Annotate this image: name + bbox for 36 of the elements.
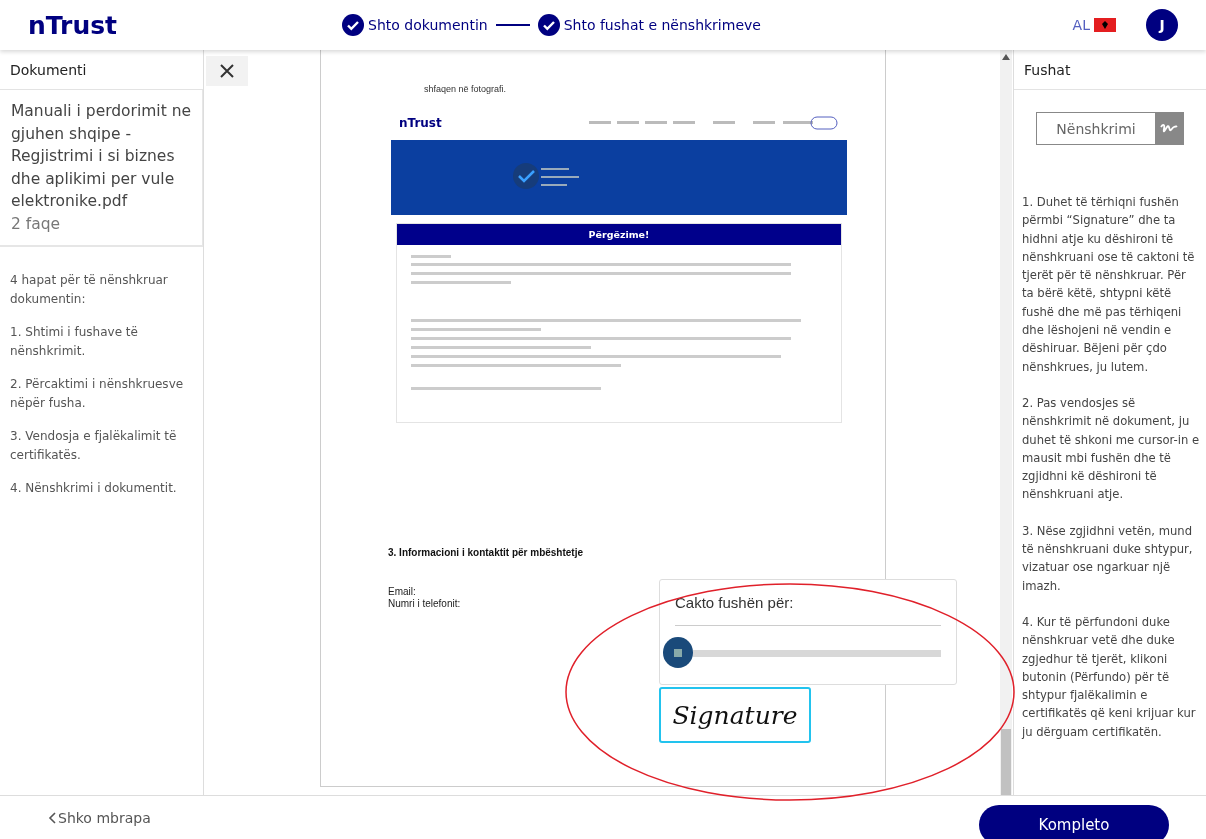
step-text: 2. Përcaktimi i nënshkruesve nëpër fusha.: [10, 375, 185, 412]
step-text: 3. Vendosja e fjalëkalimit të certifikatës.: [10, 427, 178, 464]
step-text: 4. Nënshkrimi i dokumentit.: [10, 479, 178, 497]
close-button[interactable]: [206, 56, 248, 86]
popup-title: Cakto fushën për:: [675, 594, 941, 626]
instruction-text: 2. Pas vendosjes së nënshkrimit në dokument, ju duhet të shkoni me cursor-in e mausit mbi fushën dhe të zgjidhni kë dëshironi të nënshkruani atje.: [1022, 394, 1200, 504]
language-selector[interactable]: AL: [1072, 17, 1090, 33]
complete-button[interactable]: Kompleto: [979, 804, 1169, 839]
logo: nTrust: [28, 10, 119, 40]
user-avatar[interactable]: J: [1146, 9, 1178, 41]
contact-label: Email:: [388, 586, 416, 598]
page-count: 2 faqe: [11, 213, 62, 235]
scrollbar[interactable]: [1000, 50, 1012, 795]
section-heading: 3. Informacioni i kontaktit për mbështetje: [388, 547, 585, 558]
logo: nTrust: [399, 116, 443, 130]
scroll-up-icon: [1002, 54, 1010, 60]
signer-avatar[interactable]: [663, 637, 694, 668]
signature-field-button[interactable]: Nënshkrimi: [1036, 112, 1184, 145]
document-name: Manuali i perdorimit ne gjuhen shqipe - Regjistrimi i si biznes dhe aplikimi per vule elektronike.pdf: [11, 101, 192, 212]
instruction-text: 3. Nëse zgjidhni vetën, mund të nënshkruani duke shtypur, vizatuar ose ngarkuar një imazh.: [1022, 522, 1194, 595]
contact-label: Numri i telefonit:: [388, 598, 461, 610]
scroll-thumb[interactable]: [1001, 729, 1011, 795]
back-link[interactable]: Shko mbrapa: [48, 809, 151, 826]
chevron-left-icon: [48, 811, 56, 824]
signature-field[interactable]: Signature: [659, 687, 811, 743]
instruction-text: 1. Duhet të tërhiqni fushën përmbi “Signature” dhe ta hidhni atje ku dëshironi të nënshkruani ose të caktoni të tjerët për të nënshkruar. Për ta bërë këtë, shtypni këtë fushë dhe më pas tërhiqeni dhe lëshojeni në vendin e dëshiruar. Bëjeni për çdo nënshkrues, ju lutem.: [1022, 194, 1196, 376]
instruction-text: 4. Kur të përfundoni duke nënshkruar vetë dhe duke zgjedhur të tjerët, klikoni butonin (Përfundo) për të shtypur fjalëkalimin e certifikatës që keni krijuar kur ju dërguam certifikatën.: [1022, 613, 1197, 741]
step-label: Shto fushat e nënshkrimeve: [563, 17, 761, 33]
step-text: 1. Shtimi i fushave të nënshkrimit.: [10, 323, 139, 360]
flag-icon: [1094, 18, 1116, 32]
pixelated-initial-icon: [674, 648, 683, 657]
email-heading: Përgëzime!: [397, 224, 841, 245]
step-text: 4 hapat për të nënshkruar dokumentin:: [10, 271, 169, 308]
step-label: Shto dokumentin: [368, 17, 488, 33]
document-text: shfaqen në fotografi.: [424, 84, 507, 94]
close-icon: [219, 63, 235, 79]
